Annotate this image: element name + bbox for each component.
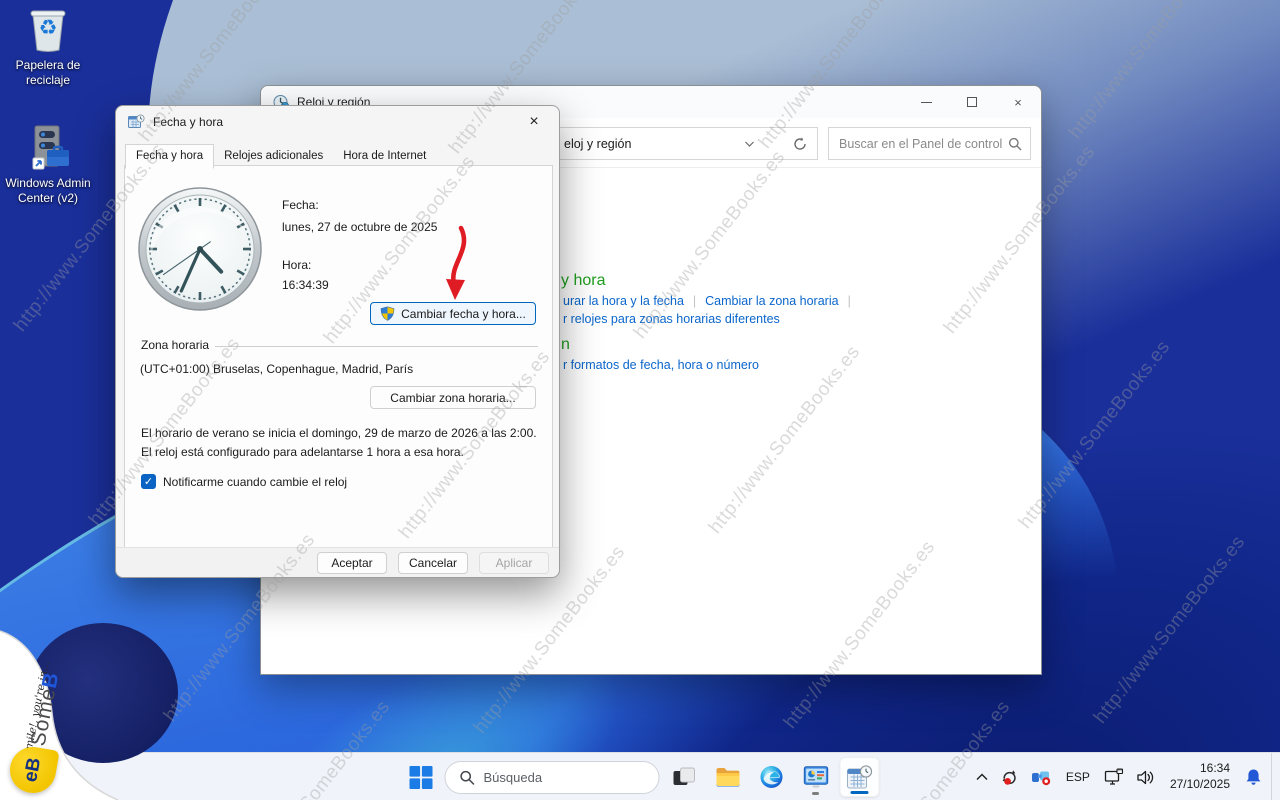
link-change-formats[interactable]: r formatos de fecha, hora o número [563, 358, 759, 372]
dialog-titlebar: Fecha y hora × [116, 106, 559, 138]
dst-notice: El horario de verano se inicia el doming… [141, 424, 541, 461]
section-heading-region: n [561, 336, 570, 354]
tray-update-pending-button[interactable] [995, 757, 1024, 797]
show-desktop-button[interactable] [1271, 753, 1276, 800]
maximize-button[interactable] [949, 86, 995, 118]
network-button[interactable] [1099, 757, 1129, 797]
tray-overflow-button[interactable] [971, 757, 993, 797]
checkbox-checked-icon: ✓ [141, 474, 156, 489]
refresh-icon[interactable] [791, 135, 809, 153]
change-timezone-button[interactable]: Cambiar zona horaria... [370, 386, 536, 409]
change-date-time-label: Cambiar fecha y hora... [401, 307, 526, 321]
apply-button: Aplicar [479, 552, 549, 574]
time-label: Hora: [282, 258, 311, 272]
network-ethernet-icon [1104, 768, 1124, 786]
recycle-symbol-icon: ♻ [39, 16, 58, 41]
desktop-icon-area: ♻ Papelera de reciclaje Windows Admin Ce… [2, 6, 94, 242]
time-value: 16:34:39 [282, 278, 329, 292]
speaker-icon [1136, 769, 1155, 786]
address-text: eloj y región [564, 137, 631, 151]
active-indicator [851, 791, 869, 794]
running-indicator [812, 792, 819, 795]
task-view-icon [672, 766, 695, 789]
language-indicator[interactable]: ESP [1059, 757, 1097, 797]
change-date-time-button[interactable]: Cambiar fecha y hora... [370, 302, 536, 325]
search-input[interactable] [839, 137, 1008, 151]
edge-browser-button[interactable] [752, 757, 792, 797]
desktop-icon-windows-admin-center[interactable]: Windows Admin Center (v2) [2, 124, 94, 206]
edge-icon [760, 765, 784, 789]
date-value: lunes, 27 de octubre de 2025 [282, 220, 437, 234]
timezone-value: (UTC+01:00) Bruselas, Copenhague, Madrid… [140, 362, 413, 376]
recycle-bin-icon: ♻ [24, 6, 72, 54]
notification-center-button[interactable] [1240, 757, 1267, 797]
search-icon [460, 770, 475, 785]
close-icon[interactable]: × [519, 110, 549, 134]
clock-date: 27/10/2025 [1170, 777, 1230, 793]
clock-time: 16:34 [1200, 761, 1230, 777]
minimize-button[interactable] [903, 86, 949, 118]
cancel-button[interactable]: Cancelar [398, 552, 468, 574]
dialog-footer: Aceptar Cancelar Aplicar [116, 547, 559, 577]
notify-checkbox-label: Notificarme cuando cambie el reloj [163, 475, 347, 489]
link-separator: | [684, 294, 705, 308]
windows-logo-icon [409, 766, 432, 789]
device-eject-icon [1031, 768, 1052, 786]
uac-shield-icon [380, 306, 395, 321]
link-separator: | [839, 294, 860, 308]
taskbar-search-input[interactable] [484, 770, 645, 785]
date-label: Fecha: [282, 198, 319, 212]
control-panel-icon [803, 766, 828, 788]
sync-restart-icon [1000, 768, 1019, 787]
desktop-icon-recycle-bin[interactable]: ♻ Papelera de reciclaje [2, 6, 94, 88]
start-button[interactable] [401, 757, 441, 797]
taskbar: ESP 16:34 27/10/2025 [0, 752, 1280, 800]
ok-button[interactable]: Aceptar [317, 552, 387, 574]
timezone-group-label: Zona horaria [141, 338, 215, 352]
desktop-icon-label: Windows Admin Center (v2) [2, 176, 94, 206]
tray-hardware-button[interactable] [1026, 757, 1057, 797]
taskbar-clock[interactable]: 16:34 27/10/2025 [1162, 757, 1238, 797]
dialog-tab-page: Fecha: lunes, 27 de octubre de 2025 Hora… [124, 165, 553, 549]
chevron-up-icon [976, 773, 988, 781]
admin-center-icon [24, 124, 72, 172]
link-add-clocks[interactable]: r relojes para zonas horarias diferentes [563, 312, 780, 326]
desktop-icon-label: Papelera de reciclaje [2, 58, 94, 88]
tab-fecha-y-hora[interactable]: Fecha y hora [125, 144, 214, 169]
link-set-time-date[interactable]: urar la hora y la fecha [563, 294, 684, 308]
bell-icon [1245, 768, 1262, 786]
dialog-title: Fecha y hora [153, 115, 223, 129]
analog-clock [137, 186, 263, 312]
task-view-button[interactable] [664, 757, 704, 797]
link-change-timezone[interactable]: Cambiar la zona horaria [705, 294, 838, 308]
date-time-dialog: Fecha y hora × Fecha y hora Relojes adic… [115, 105, 560, 578]
date-time-taskbar-button[interactable] [840, 757, 880, 797]
control-panel-taskbar-button[interactable] [796, 757, 836, 797]
chevron-down-icon[interactable] [744, 138, 755, 150]
close-button[interactable]: × [995, 86, 1041, 118]
change-timezone-label: Cambiar zona horaria... [390, 391, 515, 405]
date-time-icon [128, 114, 145, 130]
control-panel-search[interactable] [828, 127, 1031, 160]
file-explorer-icon [715, 767, 740, 788]
file-explorer-button[interactable] [708, 757, 748, 797]
date-time-window-icon [847, 765, 873, 789]
taskbar-search[interactable] [445, 761, 660, 794]
notify-clock-change-checkbox[interactable]: ✓ Notificarme cuando cambie el reloj [141, 474, 347, 489]
timezone-group: Zona horaria [141, 338, 538, 352]
volume-button[interactable] [1131, 757, 1160, 797]
section-heading-date-time: y hora [561, 272, 605, 290]
search-icon [1008, 137, 1022, 151]
